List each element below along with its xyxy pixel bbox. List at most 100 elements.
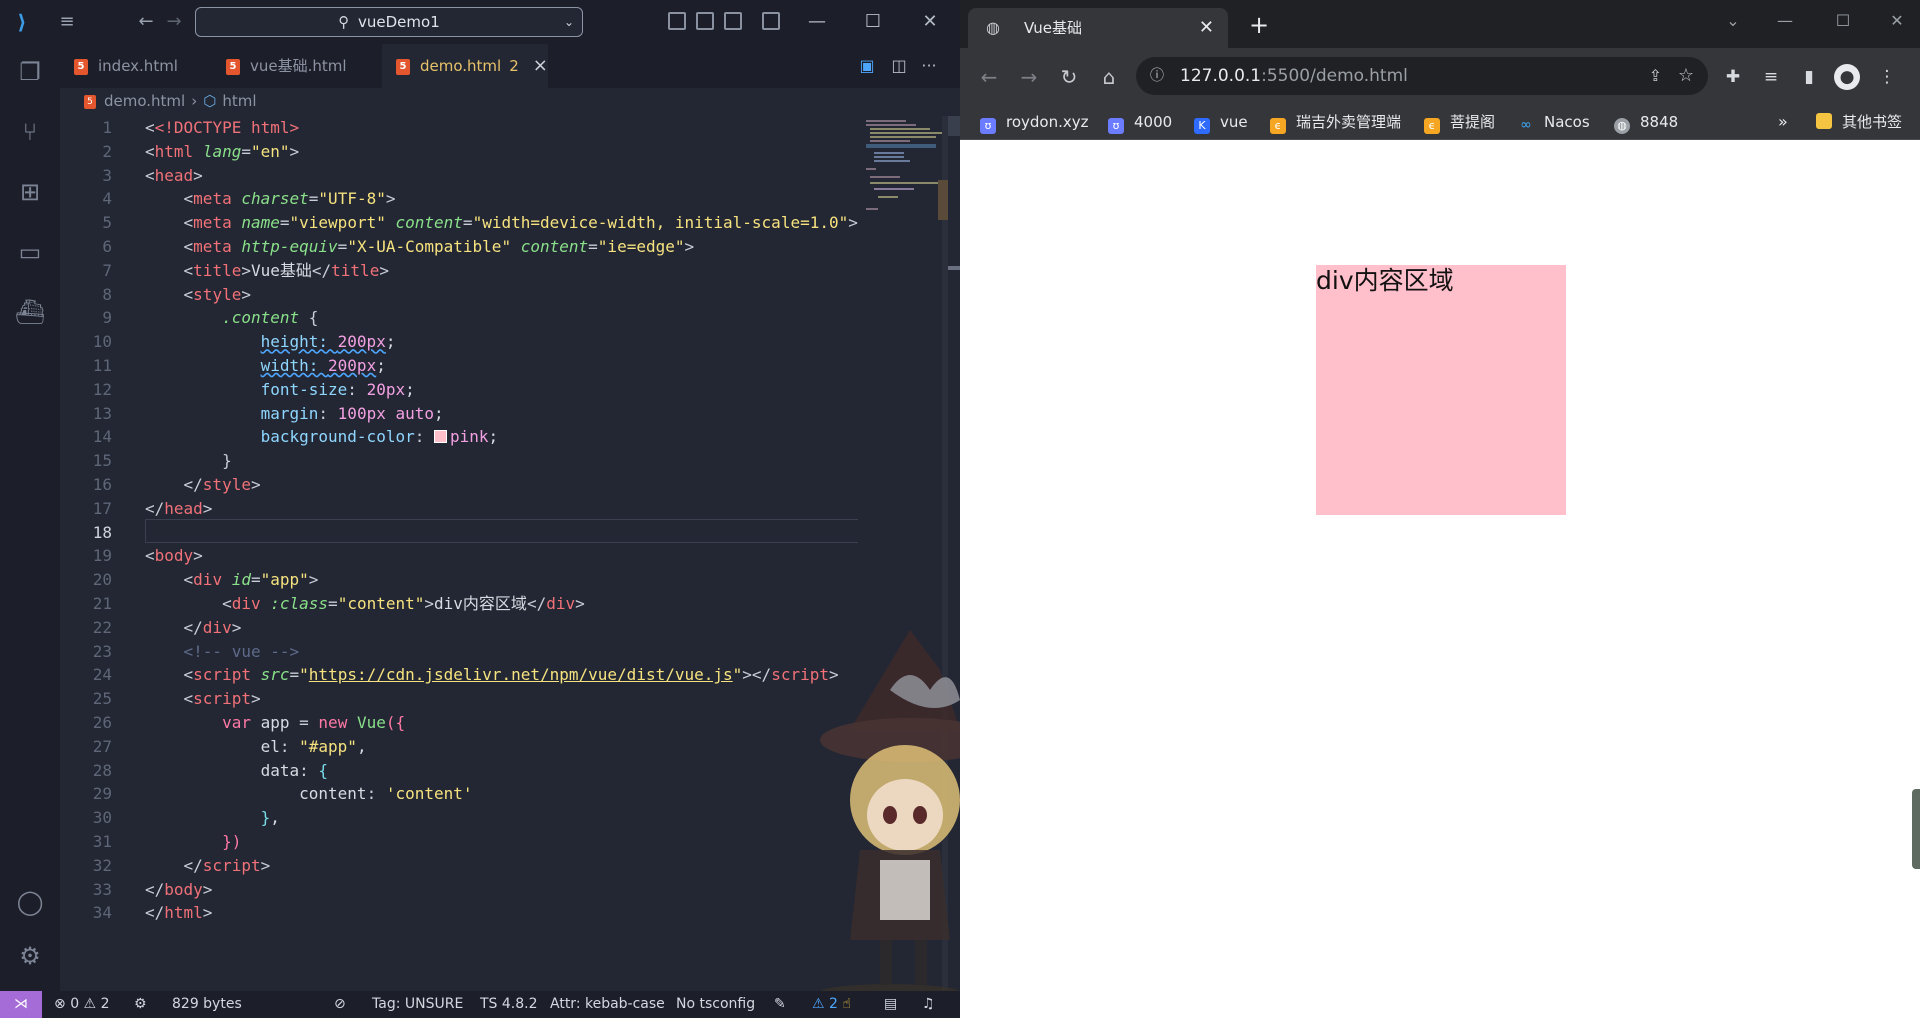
menu-icon[interactable]: ≡ — [55, 10, 79, 34]
maximize-icon[interactable]: ☐ — [858, 8, 888, 36]
toggle-secondary-sidebar-icon[interactable] — [724, 12, 742, 30]
line-number[interactable]: 32 — [60, 854, 112, 878]
tag-status[interactable]: Tag: UNSURE — [372, 991, 463, 1018]
bookmark-item[interactable]: ʊ roydon.xyz — [980, 104, 1089, 140]
bookmark-item[interactable]: ʊ 4000 — [1108, 104, 1172, 140]
tab-index-html[interactable]: 5 index.html — [60, 44, 206, 88]
toggle-sidebar-icon[interactable] — [668, 12, 686, 30]
line-number[interactable]: 23 — [60, 640, 112, 664]
bookmark-item[interactable]: ϵ 瑞吉外卖管理端 — [1270, 104, 1401, 140]
line-number[interactable]: 14 — [60, 425, 112, 449]
line-number[interactable]: 11 — [60, 354, 112, 378]
media-queue-icon[interactable]: ≡ — [1758, 64, 1784, 90]
home-icon[interactable]: ⌂ — [1096, 64, 1122, 90]
tsconfig-status[interactable]: No tsconfig — [676, 991, 755, 1018]
tab-vue-basics-html[interactable]: 5 vue基础.html — [212, 44, 362, 88]
bookmark-item[interactable]: Kvue — [1194, 104, 1248, 140]
line-number[interactable]: 18 — [60, 521, 112, 545]
line-number[interactable]: 26 — [60, 711, 112, 735]
customize-layout-icon[interactable] — [762, 12, 780, 30]
chevron-down-icon[interactable]: ⌄ — [564, 8, 574, 36]
docker-icon[interactable]: ⛴ — [14, 296, 46, 328]
line-number[interactable]: 2 — [60, 140, 112, 164]
line-number[interactable]: 34 — [60, 901, 112, 925]
line-number[interactable]: 30 — [60, 806, 112, 830]
side-panel-handle[interactable] — [1912, 789, 1920, 869]
vue-cdn-link[interactable]: https://cdn.jsdelivr.net/npm/vue/dist/vu… — [309, 665, 733, 684]
bookmark-item[interactable]: ∞ Nacos — [1518, 104, 1590, 140]
alerts-indicator[interactable]: ⚠ 2 ☝ — [812, 991, 851, 1018]
reload-icon[interactable]: ↻ — [1056, 64, 1082, 90]
bookmark-item[interactable]: ϵ 菩提阁 — [1424, 104, 1495, 140]
tab-search-chevron-icon[interactable]: ⌄ — [1718, 8, 1748, 34]
remote-explorer-icon[interactable]: ▭ — [14, 236, 46, 268]
line-number[interactable]: 25 — [60, 687, 112, 711]
browser-tab[interactable]: ◍ Vue基础 ✕ — [968, 8, 1228, 48]
address-bar[interactable]: ⓘ 127.0.0.1:5500/demo.html ⇪ ☆ — [1136, 57, 1708, 95]
line-number[interactable]: 29 — [60, 782, 112, 806]
line-number[interactable]: 9 — [60, 306, 112, 330]
line-number[interactable]: 10 — [60, 330, 112, 354]
maximize-icon[interactable]: ☐ — [1828, 8, 1858, 34]
preview-icon[interactable]: ▣ — [856, 56, 878, 76]
line-number[interactable]: 16 — [60, 473, 112, 497]
back-arrow-icon[interactable]: ← — [976, 64, 1002, 90]
bookmark-item[interactable]: ◍ 8848 — [1614, 104, 1678, 140]
line-number[interactable]: 5 — [60, 211, 112, 235]
feedback-icon[interactable]: ✎ — [774, 991, 786, 1018]
new-tab-plus-icon[interactable]: + — [1246, 12, 1272, 38]
line-number[interactable]: 20 — [60, 568, 112, 592]
breadcrumb-element[interactable]: html — [222, 92, 256, 110]
color-swatch[interactable] — [434, 430, 447, 444]
extensions-puzzle-icon[interactable]: ✚ — [1720, 64, 1746, 90]
forward-arrow-icon[interactable]: → — [162, 10, 186, 34]
side-panel-icon[interactable]: ▮ — [1796, 64, 1822, 90]
close-icon[interactable]: ✕ — [915, 8, 945, 36]
line-number[interactable]: 28 — [60, 759, 112, 783]
no-sync-icon[interactable]: ⊘ — [334, 991, 346, 1018]
tab-demo-html[interactable]: 5 demo.html 2 × — [382, 44, 548, 88]
close-window-icon[interactable]: ✕ — [1882, 8, 1912, 34]
attr-case[interactable]: Attr: kebab-case — [550, 991, 665, 1018]
line-number[interactable]: 24 — [60, 663, 112, 687]
close-tab-icon[interactable]: ✕ — [1199, 8, 1214, 48]
other-bookmarks-folder[interactable]: 其他书签 — [1816, 104, 1902, 140]
remote-indicator-icon[interactable]: ⋊ — [0, 991, 42, 1018]
line-number[interactable]: 13 — [60, 402, 112, 426]
back-arrow-icon[interactable]: ← — [134, 10, 158, 34]
line-number[interactable]: 17 — [60, 497, 112, 521]
account-icon[interactable]: ◯ — [14, 886, 46, 918]
line-number[interactable]: 8 — [60, 283, 112, 307]
line-number[interactable]: 21 — [60, 592, 112, 616]
line-number[interactable]: 27 — [60, 735, 112, 759]
line-number[interactable]: 6 — [60, 235, 112, 259]
problems-indicator[interactable]: ⊗ 0 ⚠ 2 — [54, 991, 109, 1018]
close-tab-icon[interactable]: × — [533, 55, 548, 76]
toggle-panel-icon[interactable] — [696, 12, 714, 30]
source-control-icon[interactable]: ⑂ — [14, 116, 46, 148]
line-number[interactable]: 31 — [60, 830, 112, 854]
split-editor-icon[interactable]: ◫ — [888, 56, 910, 76]
command-center-search[interactable]: ⚲ vueDemo1 ⌄ — [195, 7, 583, 37]
notifications-bell-icon[interactable]: ♫ — [922, 991, 935, 1018]
extensions-icon[interactable]: ⊞ — [14, 176, 46, 208]
more-bookmarks-chevron-icon[interactable]: » — [1778, 104, 1788, 140]
line-number[interactable]: 3 — [60, 164, 112, 188]
line-number[interactable]: 19 — [60, 544, 112, 568]
line-number[interactable]: 1 — [60, 116, 112, 140]
forward-arrow-icon[interactable]: → — [1016, 64, 1042, 90]
breadcrumb-file[interactable]: demo.html — [104, 92, 185, 110]
line-number[interactable]: 33 — [60, 878, 112, 902]
bookmark-star-icon[interactable]: ☆ — [1678, 57, 1694, 95]
minimize-icon[interactable]: — — [802, 8, 832, 36]
line-number[interactable]: 15 — [60, 449, 112, 473]
share-icon[interactable]: ⇪ — [1649, 57, 1662, 95]
debug-icon[interactable]: ⚙ — [134, 991, 147, 1018]
layout-icon[interactable]: ▤ — [884, 991, 897, 1018]
line-number[interactable]: 22 — [60, 616, 112, 640]
minimize-icon[interactable]: — — [1770, 8, 1800, 34]
ts-version[interactable]: TS 4.8.2 — [480, 991, 538, 1018]
chrome-menu-icon[interactable]: ⋮ — [1874, 64, 1900, 90]
line-number[interactable]: 7 — [60, 259, 112, 283]
profile-avatar-icon[interactable]: ● — [1834, 64, 1860, 90]
